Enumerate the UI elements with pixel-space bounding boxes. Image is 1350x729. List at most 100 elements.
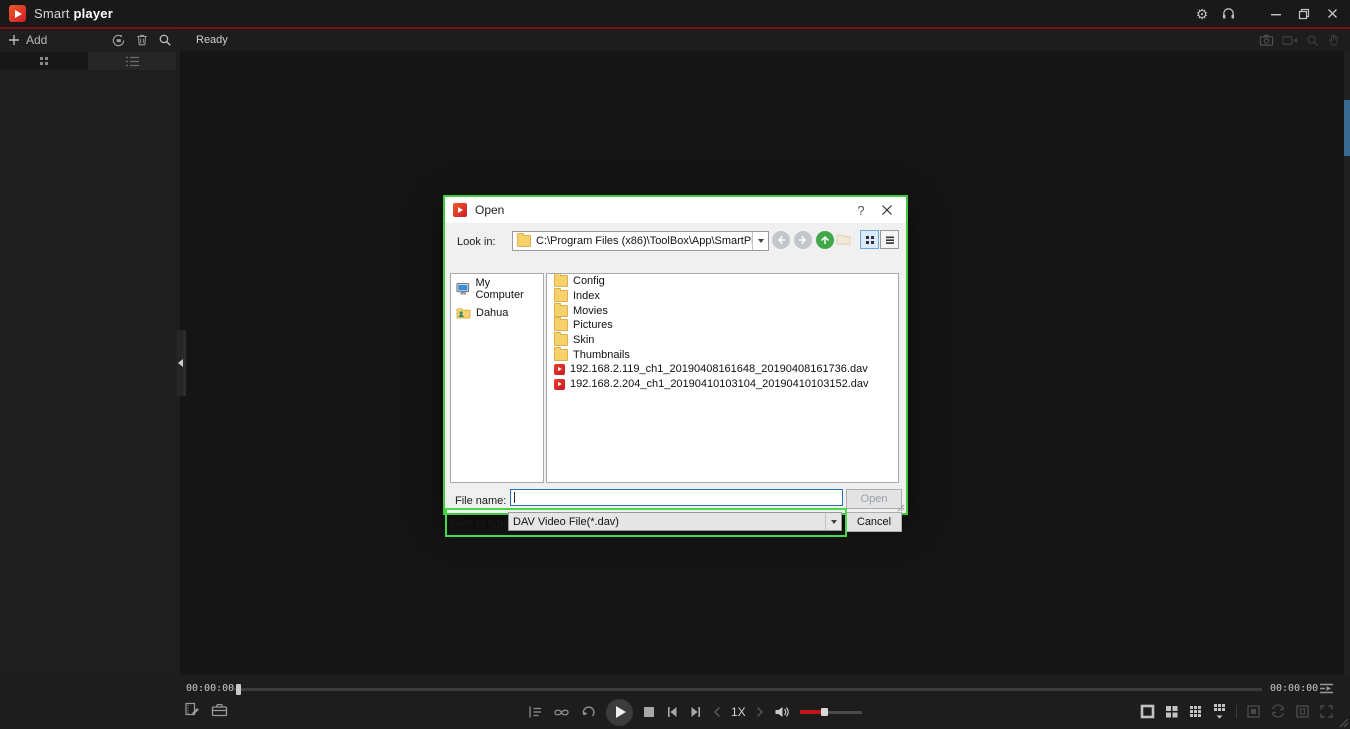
refresh-devices-button[interactable]	[111, 33, 126, 48]
support-button[interactable]	[1218, 5, 1238, 23]
split-4-icon	[1164, 704, 1179, 719]
mute-button[interactable]	[774, 705, 790, 719]
minimize-button[interactable]	[1266, 5, 1286, 23]
files-of-type-dropdown-button[interactable]	[825, 513, 841, 530]
file-row[interactable]: Pictures	[547, 318, 898, 333]
collapse-arrow-icon	[178, 359, 183, 367]
file-row[interactable]: 192.168.2.204_ch1_20190410103104_2019041…	[547, 377, 898, 392]
dialog-close-icon	[881, 204, 893, 216]
loop-playback-button[interactable]	[553, 705, 570, 720]
gear-icon: ⚙	[1196, 7, 1209, 21]
forward-button[interactable]	[794, 231, 812, 249]
cancel-button[interactable]: Cancel	[846, 512, 902, 532]
computer-icon	[456, 282, 470, 296]
place-dahua[interactable]: Dahua	[451, 303, 543, 321]
files-of-type-combobox[interactable]: DAV Video File(*.dav)	[508, 512, 842, 531]
original-scale-icon	[1295, 704, 1310, 719]
forward-icon	[798, 235, 808, 245]
search-device-button[interactable]	[158, 33, 172, 47]
user-folder-icon	[456, 306, 471, 319]
file-row[interactable]: Index	[547, 289, 898, 304]
sidebar-collapse-handle[interactable]	[174, 330, 186, 396]
right-scrollbar[interactable]	[1344, 51, 1350, 675]
file-row[interactable]: Thumbnails	[547, 347, 898, 362]
add-device-button[interactable]: Add	[8, 33, 47, 47]
folder-icon	[554, 319, 568, 331]
digital-zoom-button[interactable]	[1306, 34, 1319, 47]
new-folder-button[interactable]	[836, 232, 851, 247]
file-row[interactable]: 192.168.2.119_ch1_20190408161648_2019040…	[547, 362, 898, 377]
split-custom-button[interactable]	[1212, 703, 1227, 719]
dialog-close-button[interactable]	[872, 204, 902, 216]
play-button[interactable]	[606, 699, 633, 726]
look-in-dropdown-button[interactable]	[752, 232, 768, 250]
open-button[interactable]: Open	[846, 489, 902, 509]
tour-button[interactable]	[1270, 704, 1286, 718]
fullscreen-button[interactable]	[1319, 704, 1334, 719]
list-view-mode-button[interactable]	[860, 230, 879, 249]
up-level-icon	[820, 235, 830, 245]
file-row[interactable]: Skin	[547, 333, 898, 348]
speed-up-icon	[756, 706, 764, 718]
places-panel: My Computer Dahua	[450, 273, 544, 483]
place-my-computer[interactable]: My Computer	[451, 274, 543, 303]
fullscreen-icon	[1319, 704, 1334, 719]
app-title-bold: player	[73, 6, 113, 21]
split-4-button[interactable]	[1164, 704, 1179, 719]
files-of-type-label: Files of type:	[450, 517, 512, 529]
split-1-button[interactable]	[1140, 704, 1155, 719]
app-title: Smart player	[34, 6, 113, 21]
loop-playback-icon	[553, 705, 570, 720]
title-bar: Smart player ⚙	[0, 0, 1350, 27]
toolbox-button[interactable]	[211, 702, 228, 717]
timeline-options-button[interactable]	[1318, 681, 1335, 696]
new-folder-icon	[836, 232, 851, 245]
dialog-resize-grip[interactable]	[896, 503, 905, 512]
file-row[interactable]: Config	[547, 274, 898, 289]
timeline-handle[interactable]	[236, 684, 241, 695]
volume-slider[interactable]	[800, 707, 862, 717]
speed-down-button[interactable]	[713, 706, 721, 718]
replay-button[interactable]	[580, 704, 596, 720]
window-resize-grip[interactable]	[1338, 717, 1349, 728]
up-one-level-button[interactable]	[816, 231, 834, 249]
dialog-help-button[interactable]: ?	[850, 203, 872, 218]
folder-icon	[554, 275, 568, 287]
record-button[interactable]	[1282, 34, 1298, 47]
stop-button[interactable]	[643, 706, 655, 718]
tab-device-list[interactable]	[88, 52, 176, 70]
dav-file-icon	[554, 364, 565, 375]
file-name-input[interactable]	[510, 489, 843, 506]
original-scale-button[interactable]	[1295, 704, 1310, 719]
elapsed-time: 00:00:00	[186, 683, 234, 694]
tab-device-grid[interactable]	[0, 52, 88, 70]
delete-device-button[interactable]	[135, 33, 149, 47]
file-row[interactable]: Movies	[547, 303, 898, 318]
player-control-bar: 00:00:00 00:00:00	[0, 675, 1350, 729]
list-view-icon	[126, 56, 139, 67]
scrollbar-thumb[interactable]	[1344, 100, 1350, 156]
folder-icon	[554, 334, 568, 346]
snapshot-button[interactable]	[1259, 33, 1274, 47]
volume-handle[interactable]	[821, 708, 828, 716]
add-label: Add	[26, 33, 47, 47]
detail-view-mode-icon	[885, 235, 895, 245]
timeline-slider[interactable]	[234, 688, 1262, 691]
back-button[interactable]	[772, 231, 790, 249]
split-9-button[interactable]	[1188, 704, 1203, 719]
drag-button[interactable]	[1327, 33, 1340, 47]
clip-export-button[interactable]	[184, 701, 200, 717]
search-icon	[158, 33, 172, 47]
decode-mode-button[interactable]	[1246, 704, 1261, 719]
restore-button[interactable]	[1294, 5, 1314, 23]
close-button[interactable]	[1322, 5, 1342, 23]
playlist-button[interactable]	[527, 704, 543, 720]
folder-icon	[554, 349, 568, 361]
prev-frame-button[interactable]	[665, 705, 679, 719]
look-in-combobox[interactable]: C:\Program Files (x86)\ToolBox\App\Smart…	[512, 231, 769, 251]
speed-up-button[interactable]	[756, 706, 764, 718]
next-frame-button[interactable]	[689, 705, 703, 719]
settings-button[interactable]: ⚙	[1192, 5, 1212, 23]
place-label: Dahua	[476, 307, 508, 319]
detail-view-mode-button[interactable]	[880, 230, 899, 249]
